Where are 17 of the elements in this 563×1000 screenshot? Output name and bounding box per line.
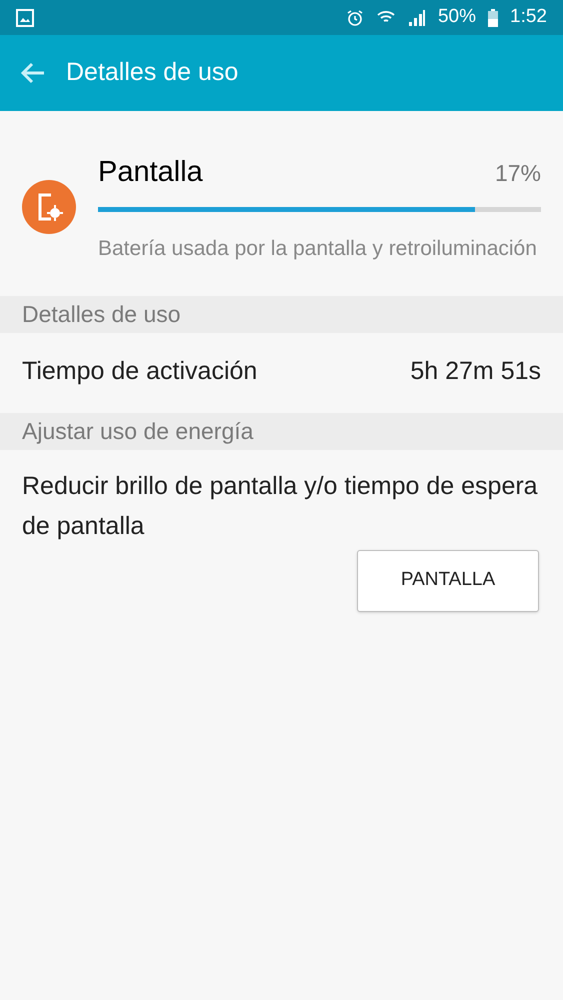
image-icon — [16, 8, 34, 26]
clock: 1:52 — [510, 5, 547, 30]
app-bar-title: Detalles de uso — [66, 57, 238, 88]
detail-value: 5h 27m 51s — [410, 356, 541, 387]
battery-percent: 50% — [438, 5, 476, 30]
usage-name: Pantalla — [98, 155, 203, 190]
alarm-icon — [346, 8, 364, 26]
detail-label: Tiempo de activación — [22, 356, 258, 387]
battery-icon — [488, 8, 498, 26]
usage-description: Batería usada por la pantalla y retroiluminación — [98, 236, 538, 262]
signal-icon — [408, 8, 426, 26]
section-header: Detalles de uso — [0, 296, 563, 332]
suggestion-text: Reducir brillo de pantalla y/o tiempo de espera de pantalla — [22, 470, 539, 542]
back-icon[interactable] — [20, 62, 46, 84]
screen-button[interactable]: PANTALLA — [357, 550, 539, 612]
usage-percent: 17% — [494, 159, 541, 188]
section-header: Ajustar uso de energía — [0, 412, 563, 450]
